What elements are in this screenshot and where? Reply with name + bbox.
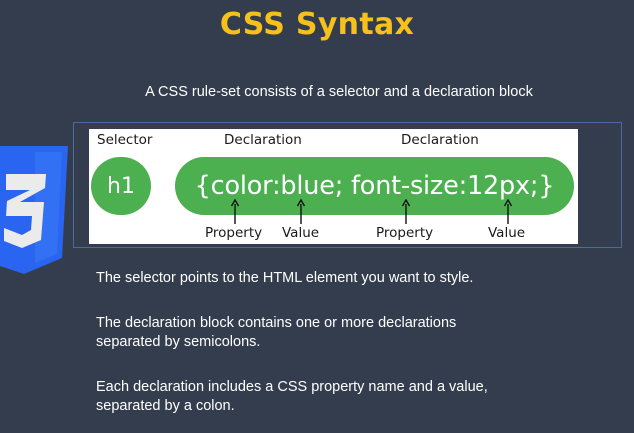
property-label: Property (205, 225, 263, 241)
value-label: Value (282, 225, 320, 241)
selector-label: Selector (97, 132, 153, 148)
paragraph-declaration-block: The declaration block contains one or mo… (96, 315, 457, 350)
property-label: Property (376, 225, 434, 241)
value-label: Value (488, 225, 526, 241)
declaration-label: Declaration (401, 132, 479, 148)
selector-pill: h1 (91, 157, 151, 215)
paragraph-selector: The selector points to the HTML element … (96, 270, 474, 286)
paragraph-declaration: Each declaration includes a CSS property… (96, 379, 488, 414)
css-rule-diagram: Selector Declaration Declaration h1 {col… (89, 129, 578, 244)
slide-subtitle: A CSS rule-set consists of a selector an… (145, 84, 533, 100)
slide-title: CSS Syntax (219, 7, 415, 42)
up-arrow-icon (230, 199, 240, 224)
up-arrow-icon (296, 199, 306, 224)
up-arrow-icon (401, 199, 411, 224)
declaration-label: Declaration (224, 132, 302, 148)
css3-shield-icon (0, 146, 70, 279)
up-arrow-icon (503, 199, 513, 224)
